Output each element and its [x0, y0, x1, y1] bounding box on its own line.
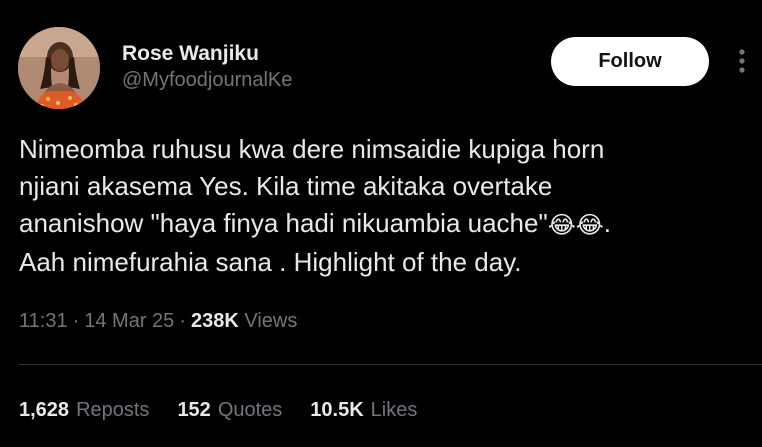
tweet-line: ananishow "haya finya hadi nikuambia uac… — [19, 205, 749, 244]
user-handle[interactable]: @MyfoodjournalKe — [122, 68, 292, 92]
views-count[interactable]: 238K — [191, 310, 239, 332]
reposts-count: 1,628 — [19, 399, 70, 421]
avatar[interactable] — [18, 27, 100, 109]
tweet-line-end: . — [603, 208, 612, 238]
follow-button[interactable]: Follow — [551, 37, 709, 86]
quotes-count: 152 — [177, 399, 211, 421]
likes-label: Likes — [370, 399, 418, 421]
quotes-label: Quotes — [217, 399, 283, 421]
display-name[interactable]: Rose Wanjiku — [122, 42, 292, 66]
more-vertical-icon[interactable] — [734, 45, 750, 77]
laughing-emoji-icon: 😂😂 — [547, 211, 604, 239]
tweet-line: njiani akasema Yes. Kila time akitaka ov… — [19, 171, 553, 201]
tweet-date[interactable]: 14 Mar 25 — [84, 310, 174, 332]
meta-separator: · — [179, 310, 186, 332]
quotes-stat[interactable]: 152 Quotes — [177, 395, 282, 425]
likes-stat[interactable]: 10.5K Likes — [310, 395, 417, 425]
tweet-time[interactable]: 11:31 — [19, 310, 68, 332]
tweet-card: Rose Wanjiku @MyfoodjournalKe Follow Nim… — [0, 0, 762, 447]
author-info: Rose Wanjiku @MyfoodjournalKe — [122, 42, 292, 92]
tweet-meta: 11:31 · 14 Mar 25 · 238K Views — [19, 306, 297, 336]
engagement-stats: 1,628 Reposts 152 Quotes 10.5K Likes — [19, 395, 417, 425]
views-label[interactable]: Views — [244, 310, 297, 332]
profile-photo-icon — [18, 27, 100, 109]
reposts-label: Reposts — [76, 399, 150, 421]
tweet-line-text: ananishow "haya finya hadi nikuambia uac… — [19, 208, 548, 238]
tweet-text: Nimeomba ruhusu kwa dere nimsaidie kupig… — [19, 131, 749, 281]
tweet-line: Nimeomba ruhusu kwa dere nimsaidie kupig… — [19, 134, 605, 164]
meta-separator: · — [72, 310, 80, 332]
tweet-line: Aah nimefurahia sana . Highlight of the … — [19, 247, 522, 277]
divider — [19, 364, 762, 365]
likes-count: 10.5K — [310, 399, 364, 421]
reposts-stat[interactable]: 1,628 Reposts — [19, 395, 149, 425]
